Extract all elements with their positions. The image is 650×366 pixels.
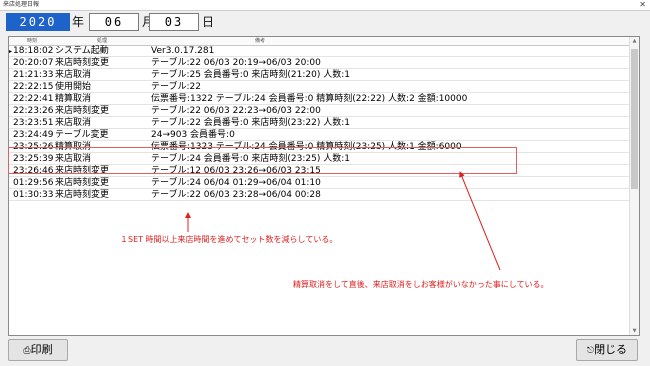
exit-icon: ⎋	[586, 346, 595, 356]
annotation-note-2: 精算取消をして直後、来店取消をしお客様がいなかった事にしている。	[293, 280, 549, 289]
close-button-label: 閉じる	[594, 343, 628, 356]
arrow-2	[459, 171, 501, 271]
annotation-note-1: １SET 時間以上来店時間を進めてセット数を減らしている。	[120, 235, 338, 244]
printer-icon: ⎙	[23, 346, 31, 356]
annotation-arrows	[185, 171, 501, 271]
close-button[interactable]: ⎋閉じる	[576, 339, 638, 361]
print-button-label: 印刷	[30, 343, 53, 356]
print-button[interactable]: ⎙印刷	[8, 339, 68, 361]
